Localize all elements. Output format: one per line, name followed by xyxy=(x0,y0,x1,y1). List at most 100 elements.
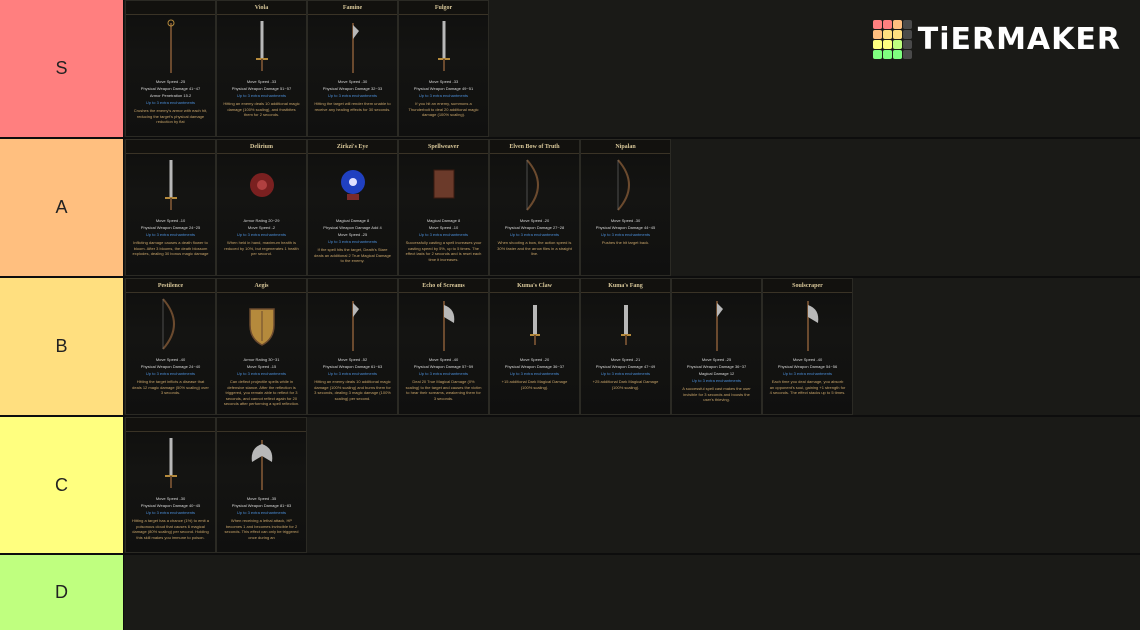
eye-orb-icon xyxy=(340,170,365,200)
card-art xyxy=(308,154,397,216)
card-stat: Up to 3 extra enchantments xyxy=(327,239,378,244)
tier-card-9[interactable]: Nipalan Move Speed -30 Physical Weapon Dam… xyxy=(580,139,671,276)
card-description: Successfully casting a spell increases y… xyxy=(405,240,482,262)
card-description: A successful spell cast makes the user i… xyxy=(682,386,751,402)
tier-card-12[interactable]: Move Speed -52 Physical Weapon Damage 61~… xyxy=(307,278,398,415)
card-stat: Up to 3 extra enchantments xyxy=(418,93,469,98)
tier-row-a: A Move Speed -10 Physical Weapon Damage 2… xyxy=(0,139,1140,278)
tier-card-4[interactable]: Move Speed -10 Physical Weapon Damage 24~… xyxy=(125,139,216,276)
longsword-icon xyxy=(255,21,268,71)
halberd-icon xyxy=(351,23,359,73)
card-stats: Move Speed -33 Physical Weapon Damage 51~… xyxy=(217,77,306,119)
card-stat: Move Speed -52 xyxy=(337,357,368,362)
card-stats: Armor Rating 20~29 Move Speed -2 Up to 3 e… xyxy=(217,216,306,258)
card-stat: Move Speed -25 xyxy=(701,357,732,362)
card-stats: Move Speed -35 Physical Weapon Damage 81~… xyxy=(217,494,306,541)
tier-card-13[interactable]: Echo of Screams Move Speed -40 Physical We… xyxy=(398,278,489,415)
spear-icon xyxy=(351,301,359,351)
logo-grid-cell xyxy=(872,20,882,29)
card-art xyxy=(126,293,215,355)
card-art xyxy=(217,293,306,355)
tier-list: S Move Speed -25 Physical Weapon Damage 4… xyxy=(0,0,1140,630)
card-stat: Move Speed -25 xyxy=(337,232,368,237)
card-description: Pushes the hit target back. xyxy=(601,240,650,245)
tier-card-18[interactable]: Move Speed -30 Physical Weapon Damage 40~… xyxy=(125,417,216,553)
card-stat: Physical Weapon Damage 61~63 xyxy=(322,364,383,369)
card-art xyxy=(490,293,579,355)
tier-card-8[interactable]: Elven Bow of Truth Move Speed -20 Physical… xyxy=(489,139,580,276)
card-description: Deal 20 True Magical Damage (0% scaling)… xyxy=(405,379,482,401)
card-stat: Physical Weapon Damage 32~33 xyxy=(322,86,383,91)
tiermaker-logo[interactable]: TiERMAKER xyxy=(872,20,1121,59)
card-stats: Move Speed -52 Physical Weapon Damage 61~… xyxy=(308,355,397,402)
card-stats: Move Speed -40 Physical Weapon Damage 57~… xyxy=(399,355,488,402)
card-stat: Physical Weapon Damage 36~37 xyxy=(686,364,747,369)
logo-grid-cell xyxy=(872,50,882,59)
logo-grid-cell xyxy=(892,30,902,39)
card-art xyxy=(399,154,488,216)
card-stat: Move Speed -33 xyxy=(246,79,277,84)
tier-label-b[interactable]: B xyxy=(0,278,124,415)
spellbook-icon xyxy=(433,169,454,199)
card-art xyxy=(126,154,215,216)
tier-card-2[interactable]: Famine Move Speed -30 Physical Weapon Dama… xyxy=(307,0,398,137)
card-stat: Up to 3 extra enchantments xyxy=(782,371,833,376)
dagger-icon xyxy=(529,305,540,345)
card-stat: Magical Damage 12 xyxy=(698,371,735,376)
tier-card-6[interactable]: Zirkzi's Eye Magical Damage 8 Physical Wea… xyxy=(307,139,398,276)
tier-label-a[interactable]: A xyxy=(0,139,124,276)
card-description: Hitting an enemy deals 10 additional mag… xyxy=(314,379,391,401)
card-stat: Physical Weapon Damage 44~45 xyxy=(595,225,656,230)
logo-grid-cell xyxy=(892,40,902,49)
card-description: When shooting a bow, the action speed is… xyxy=(497,240,572,256)
card-stat: Physical Weapon Damage 41~47 xyxy=(140,86,201,91)
card-description: Inflicting damage causes a death flower … xyxy=(132,240,209,256)
tier-card-3[interactable]: Fulgor Move Speed -33 Physical Weapon Dama… xyxy=(398,0,489,137)
tier-card-10[interactable]: Pestilence Move Speed -40 Physical Weapon … xyxy=(125,278,216,415)
tier-row-d: D xyxy=(0,555,1140,630)
tier-card-15[interactable]: Kuma's Fang Move Speed -21 Physical Weapon… xyxy=(580,278,671,415)
logo-grid-cell xyxy=(902,20,912,29)
card-title: Soulscraper xyxy=(763,279,852,293)
card-description: Can deflect projectile spells while in d… xyxy=(223,379,300,406)
tier-label-c[interactable]: C xyxy=(0,417,124,553)
card-title: Delirium xyxy=(217,140,306,154)
card-title xyxy=(126,418,215,432)
card-description: If you hit an enemy, summons a Thunderbo… xyxy=(408,101,479,117)
tiermaker-logo-text: TiERMAKER xyxy=(917,22,1121,57)
tier-card-19[interactable]: Move Speed -35 Physical Weapon Damage 81~… xyxy=(216,417,307,553)
card-stats: Move Speed -30 Physical Weapon Damage 32~… xyxy=(308,77,397,113)
card-stat: Move Speed -15 xyxy=(246,364,277,369)
card-stats: Armor Rating 30~31 Move Speed -15 Up to 3 … xyxy=(217,355,306,408)
tier-label-d[interactable]: D xyxy=(0,555,124,630)
card-stat: Physical Weapon Damage 36~37 xyxy=(504,364,565,369)
tier-card-14[interactable]: Kuma's Claw Move Speed -20 Physical Weapon… xyxy=(489,278,580,415)
card-stat: Up to 3 extra enchantments xyxy=(236,510,287,515)
tier-card-16[interactable]: Move Speed -25 Physical Weapon Damage 36~… xyxy=(671,278,762,415)
greatsword-icon xyxy=(437,21,450,71)
card-description: Hitting the target will render them unab… xyxy=(314,101,391,112)
tier-card-11[interactable]: Aegis Armor Rating 30~31 Move Speed -15 Up … xyxy=(216,278,307,415)
tier-card-1[interactable]: Viola Move Speed -33 Physical Weapon Damag… xyxy=(216,0,307,137)
tier-card-7[interactable]: Spellweaver Magical Damage 8 Move Speed -1… xyxy=(398,139,489,276)
tier-label-s[interactable]: S xyxy=(0,0,124,137)
card-stat: Physical Weapon Damage 24~25 xyxy=(140,225,201,230)
logo-grid-cell xyxy=(882,40,892,49)
tier-card-0[interactable]: Move Speed -25 Physical Weapon Damage 41~… xyxy=(125,0,216,137)
card-description: Each time you deal damage, you absorb an… xyxy=(769,379,846,395)
tier-card-5[interactable]: Delirium Armor Rating 20~29 Move Speed -2 U… xyxy=(216,139,307,276)
card-title: Echo of Screams xyxy=(399,279,488,293)
double-axe-icon xyxy=(251,440,272,490)
card-art xyxy=(672,293,761,355)
card-title: Kuma's Claw xyxy=(490,279,579,293)
longbow-icon xyxy=(525,159,539,211)
card-stat: Armor Rating 30~31 xyxy=(243,357,280,362)
card-title: Elven Bow of Truth xyxy=(490,140,579,154)
logo-grid-cell xyxy=(892,20,902,29)
card-stat: Up to 3 extra enchantments xyxy=(327,371,378,376)
card-stats: Magical Damage 8 Physical Weapon Damage A… xyxy=(308,216,397,265)
tier-card-17[interactable]: Soulscraper Move Speed -40 Physical Weapon… xyxy=(762,278,853,415)
card-art xyxy=(126,15,215,77)
card-stat: Up to 3 extra enchantments xyxy=(236,93,287,98)
card-stat: Up to 3 extra enchantments xyxy=(236,371,287,376)
